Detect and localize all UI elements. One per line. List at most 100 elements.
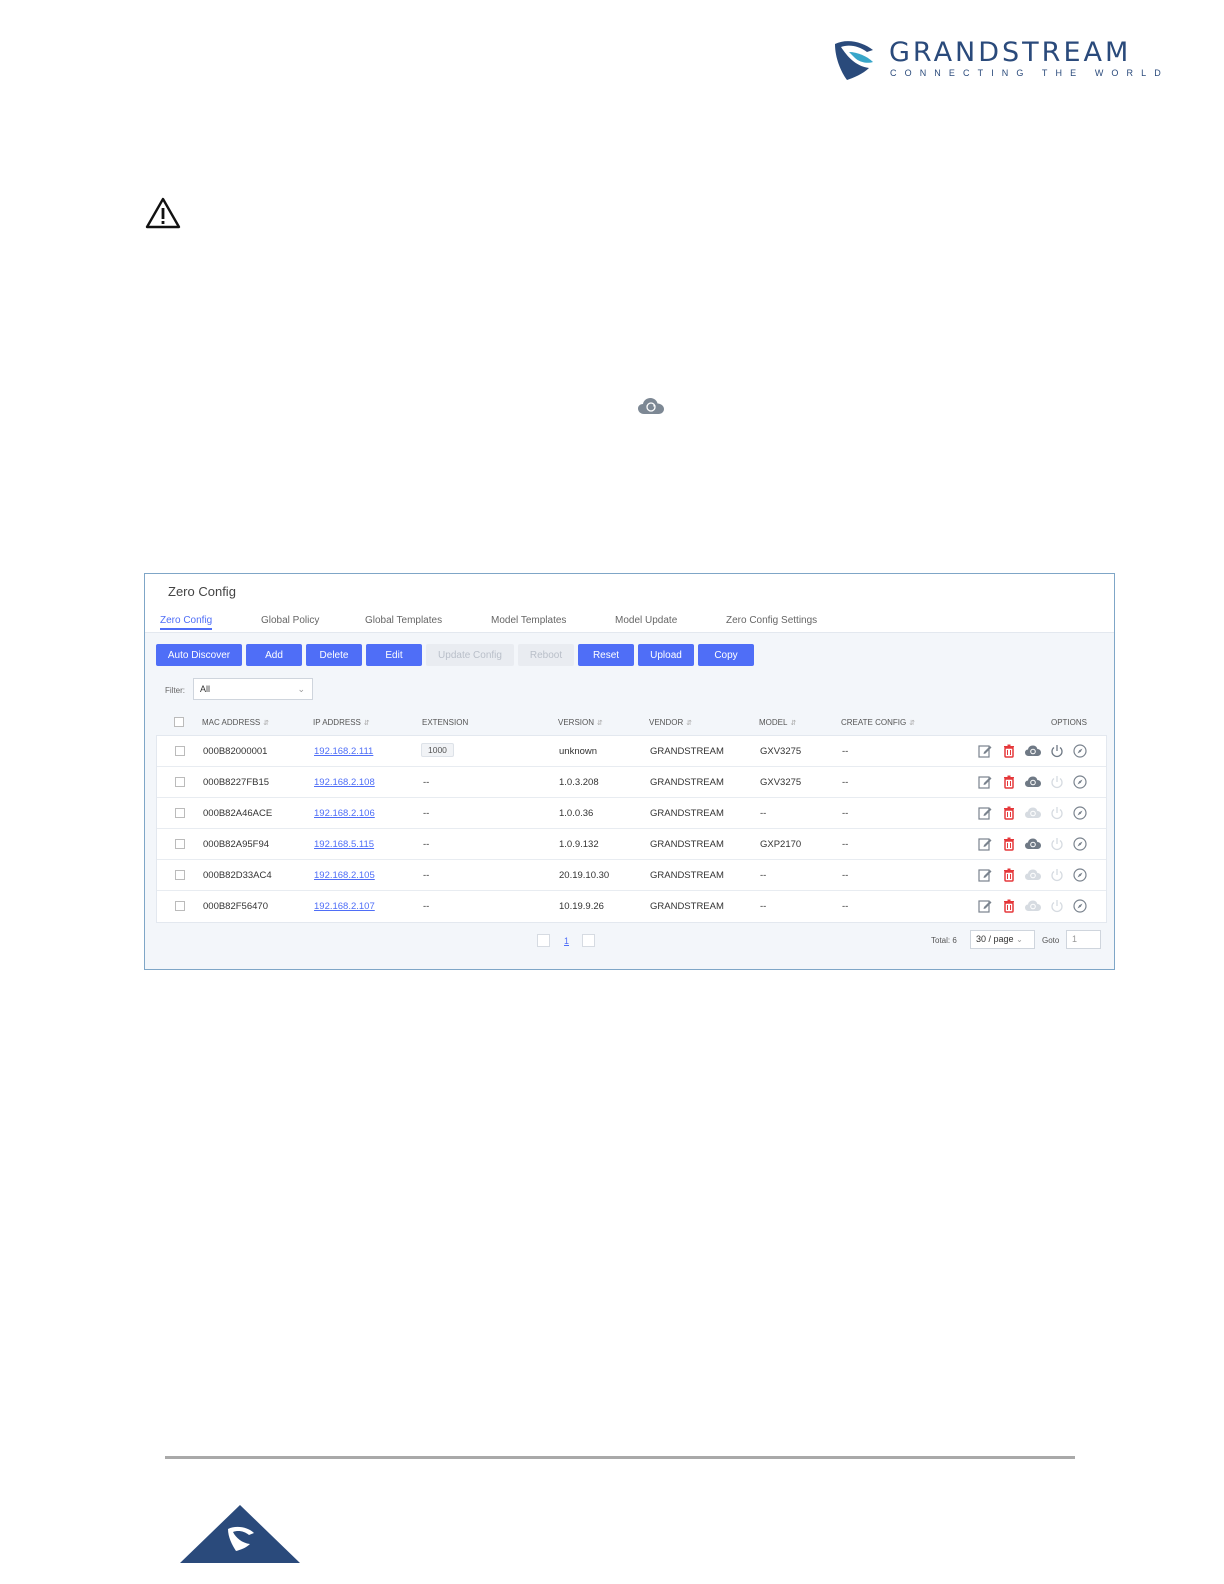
table-row: 000B82000001 192.168.2.111 1000 unknown GRAN… bbox=[157, 736, 1106, 767]
sort-icon: ⇵ bbox=[597, 720, 603, 727]
ip-address-link[interactable]: 192.168.2.105 bbox=[314, 870, 375, 881]
auto-discover-button[interactable]: Auto Discover bbox=[156, 644, 242, 666]
reset-button[interactable]: Reset bbox=[578, 644, 634, 666]
col-vendor[interactable]: VENDOR ⇵ bbox=[649, 718, 692, 727]
table-row: 000B82A95F94 192.168.5.115 -- 1.0.9.132 GRAN… bbox=[157, 829, 1106, 860]
ip-address-link[interactable]: 192.168.2.108 bbox=[314, 777, 375, 788]
power-icon[interactable] bbox=[1049, 867, 1065, 883]
row-checkbox[interactable] bbox=[175, 808, 185, 818]
row-checkbox[interactable] bbox=[175, 777, 185, 787]
total-count: Total: 6 bbox=[931, 936, 957, 945]
filter-value: All bbox=[200, 684, 211, 694]
compass-icon[interactable] bbox=[1072, 774, 1088, 790]
page-size-value: 30 / page bbox=[976, 934, 1014, 944]
power-icon[interactable] bbox=[1049, 774, 1065, 790]
row-checkbox[interactable] bbox=[175, 870, 185, 880]
ip-address-link[interactable]: 192.168.2.106 bbox=[314, 808, 375, 819]
delete-button[interactable]: Delete bbox=[306, 644, 362, 666]
select-all-checkbox[interactable] bbox=[174, 717, 184, 727]
mac-address: 000B8227FB15 bbox=[203, 777, 270, 788]
extension: -- bbox=[423, 901, 430, 912]
tab-model-update[interactable]: Model Update bbox=[615, 615, 677, 626]
power-icon[interactable] bbox=[1049, 898, 1065, 914]
edit-icon[interactable] bbox=[977, 898, 993, 914]
compass-icon[interactable] bbox=[1072, 867, 1088, 883]
col-model-label: MODEL bbox=[759, 718, 788, 727]
tab-zero-config[interactable]: Zero Config bbox=[160, 615, 213, 630]
reboot-button[interactable]: Reboot bbox=[518, 644, 574, 666]
delete-icon[interactable] bbox=[1001, 867, 1017, 883]
copy-button[interactable]: Copy bbox=[698, 644, 754, 666]
tab-zero-config-settings[interactable]: Zero Config Settings bbox=[726, 615, 817, 626]
compass-icon[interactable] bbox=[1072, 805, 1088, 821]
col-ip[interactable]: IP ADDRESS ⇵ bbox=[313, 718, 370, 727]
edit-icon[interactable] bbox=[977, 867, 993, 883]
vendor: GRANDSTREAM bbox=[650, 839, 724, 850]
col-model[interactable]: MODEL ⇵ bbox=[759, 718, 796, 727]
tab-global-policy[interactable]: Global Policy bbox=[261, 615, 319, 626]
ip-address-link[interactable]: 192.168.5.115 bbox=[314, 839, 374, 850]
version: 20.19.10.30 bbox=[559, 870, 610, 881]
tab-global-templates[interactable]: Global Templates bbox=[365, 615, 442, 626]
vendor: GRANDSTREAM bbox=[650, 808, 724, 819]
edit-icon[interactable] bbox=[977, 743, 993, 759]
tab-model-templates[interactable]: Model Templates bbox=[491, 615, 566, 626]
delete-icon[interactable] bbox=[1001, 898, 1017, 914]
row-checkbox[interactable] bbox=[175, 746, 185, 756]
delete-icon[interactable] bbox=[1001, 774, 1017, 790]
update-config-button[interactable]: Update Config bbox=[426, 644, 514, 666]
vendor: GRANDSTREAM bbox=[650, 746, 724, 757]
model: -- bbox=[760, 901, 767, 912]
cloud-update-icon[interactable] bbox=[1024, 774, 1042, 790]
compass-icon[interactable] bbox=[1072, 743, 1088, 759]
model: GXP2170 bbox=[760, 839, 802, 850]
power-icon[interactable] bbox=[1049, 836, 1065, 852]
edit-button[interactable]: Edit bbox=[366, 644, 422, 666]
model: -- bbox=[760, 808, 767, 819]
cloud-update-icon[interactable] bbox=[1024, 805, 1042, 821]
model: -- bbox=[760, 870, 767, 881]
delete-icon[interactable] bbox=[1001, 743, 1017, 759]
filter-label: Filter: bbox=[165, 686, 185, 695]
ip-address-link[interactable]: 192.168.2.107 bbox=[314, 901, 375, 912]
prev-page-button[interactable] bbox=[537, 934, 550, 947]
table-header: MAC ADDRESS ⇵ IP ADDRESS ⇵ EXTENSION VERSI… bbox=[156, 708, 1107, 735]
compass-icon[interactable] bbox=[1072, 836, 1088, 852]
create-config: -- bbox=[842, 901, 849, 912]
extension: -- bbox=[423, 870, 430, 881]
edit-icon[interactable] bbox=[977, 805, 993, 821]
sort-icon: ⇵ bbox=[363, 720, 370, 727]
mac-address: 000B82F56470 bbox=[203, 901, 268, 912]
upload-button[interactable]: Upload bbox=[638, 644, 694, 666]
page-size-select[interactable]: 30 / page ⌄ bbox=[970, 930, 1035, 949]
delete-icon[interactable] bbox=[1001, 805, 1017, 821]
power-icon[interactable] bbox=[1049, 805, 1065, 821]
filter-select[interactable]: All ⌄ bbox=[193, 678, 313, 700]
table-row: 000B8227FB15 192.168.2.108 -- 1.0.3.208 GRAN… bbox=[157, 767, 1106, 798]
cloud-update-icon[interactable] bbox=[1024, 898, 1042, 914]
col-create-config[interactable]: CREATE CONFIG ⇵ bbox=[841, 718, 915, 727]
table-body: 000B82000001 192.168.2.111 1000 unknown GRAN… bbox=[156, 735, 1107, 923]
goto-label: Goto bbox=[1042, 936, 1060, 945]
row-checkbox[interactable] bbox=[175, 839, 185, 849]
row-checkbox[interactable] bbox=[175, 901, 185, 911]
delete-icon[interactable] bbox=[1001, 836, 1017, 852]
add-button[interactable]: Add bbox=[246, 644, 302, 666]
goto-input[interactable]: 1 bbox=[1066, 930, 1101, 949]
sort-icon: ⇵ bbox=[790, 720, 797, 727]
col-mac[interactable]: MAC ADDRESS ⇵ bbox=[202, 718, 269, 727]
devices-table: MAC ADDRESS ⇵ IP ADDRESS ⇵ EXTENSION VERSI… bbox=[156, 708, 1107, 923]
cloud-update-icon[interactable] bbox=[1024, 743, 1042, 759]
create-config: -- bbox=[842, 746, 849, 757]
cloud-update-icon[interactable] bbox=[1024, 836, 1042, 852]
page-number[interactable]: 1 bbox=[564, 936, 569, 946]
compass-icon[interactable] bbox=[1072, 898, 1088, 914]
grandstream-logo: GRANDSTREAM CONNECTING THE WORLD bbox=[833, 38, 1163, 84]
next-page-button[interactable] bbox=[582, 934, 595, 947]
edit-icon[interactable] bbox=[977, 836, 993, 852]
edit-icon[interactable] bbox=[977, 774, 993, 790]
power-icon[interactable] bbox=[1049, 743, 1065, 759]
ip-address-link[interactable]: 192.168.2.111 bbox=[314, 746, 373, 757]
cloud-update-icon[interactable] bbox=[1024, 867, 1042, 883]
col-version[interactable]: VERSION ⇵ bbox=[558, 718, 603, 727]
